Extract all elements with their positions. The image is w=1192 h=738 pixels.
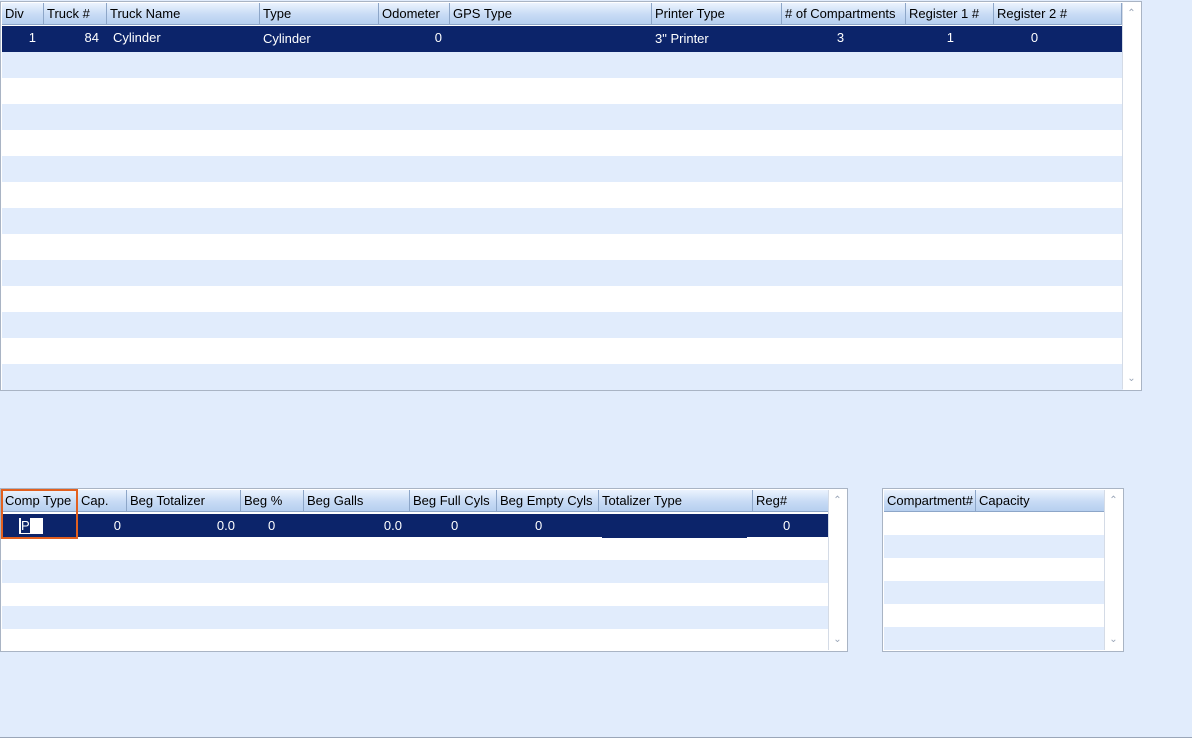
empty-row (2, 312, 1123, 338)
totalizer-type-dropdown-underline (602, 536, 747, 538)
empty-row (2, 156, 1123, 182)
empty-row (884, 581, 1105, 604)
col-header-beg-empty-cyls[interactable]: Beg Empty Cyls (497, 490, 599, 512)
cell-truck-name[interactable]: Cylinder (107, 26, 260, 52)
capacity-grid-rows (884, 512, 1105, 650)
chevron-down-icon[interactable]: ⌄ (1105, 631, 1122, 648)
col-header-truck-no[interactable]: Truck # (44, 3, 107, 25)
empty-row (2, 338, 1123, 364)
table-row[interactable]: 0 0.0 0 0.0 0 0 0 (2, 514, 829, 537)
empty-row (884, 512, 1105, 535)
compartment-grid-header: Comp Type Cap. Beg Totalizer Beg % Beg G… (2, 490, 829, 512)
chevron-down-icon[interactable]: ⌄ (829, 631, 846, 648)
empty-row (2, 286, 1123, 312)
compartment-grid-scrollbar[interactable]: ⌃ ⌄ (828, 490, 846, 650)
col-header-printer-type[interactable]: Printer Type (652, 3, 782, 25)
col-header-compartments[interactable]: # of Compartments (782, 3, 906, 25)
empty-row (2, 560, 829, 583)
col-header-type[interactable]: Type (260, 3, 379, 25)
cell-beg-empty-cyls[interactable]: 0 (497, 514, 599, 537)
col-header-register2[interactable]: Register 2 # (994, 3, 1122, 25)
compartment-grid: Comp Type Cap. Beg Totalizer Beg % Beg G… (0, 488, 848, 652)
cell-totalizer-type[interactable] (599, 514, 753, 537)
trucks-grid-scrollbar[interactable]: ⌃ ⌄ (1122, 3, 1140, 389)
cell-truck-no[interactable]: 84 (44, 26, 107, 52)
empty-row (2, 260, 1123, 286)
empty-row (2, 208, 1123, 234)
col-header-beg-pct[interactable]: Beg % (241, 490, 304, 512)
col-header-beg-totalizer[interactable]: Beg Totalizer (127, 490, 241, 512)
col-header-cap[interactable]: Cap. (78, 490, 127, 512)
table-row[interactable]: 1 84 Cylinder Cylinder 0 3" Printer 3 1 … (2, 26, 1123, 52)
cell-cap[interactable]: 0 (78, 514, 127, 537)
compartment-grid-rows: 0 0.0 0 0.0 0 0 0 (2, 514, 829, 651)
chevron-down-icon[interactable]: ⌄ (1123, 370, 1140, 387)
col-header-capacity[interactable]: Capacity (976, 490, 1105, 512)
chevron-up-icon[interactable]: ⌃ (1105, 492, 1122, 509)
trucks-grid: Div Truck # Truck Name Type Odometer GPS… (0, 1, 1142, 391)
capacity-grid: Compartment# Capacity ⌃ ⌄ (882, 488, 1124, 652)
empty-row (2, 52, 1123, 78)
trucks-grid-header: Div Truck # Truck Name Type Odometer GPS… (2, 3, 1122, 25)
col-header-odometer[interactable]: Odometer (379, 3, 450, 25)
cell-compartments[interactable]: 3 (782, 26, 906, 52)
cell-register2[interactable]: 0 (994, 26, 1122, 52)
cell-printer-type[interactable]: 3" Printer (652, 26, 782, 52)
empty-row (2, 583, 829, 606)
empty-row (2, 78, 1123, 104)
cell-beg-totalizer[interactable]: 0.0 (127, 514, 241, 537)
empty-row (2, 537, 829, 560)
cell-register1[interactable]: 1 (906, 26, 994, 52)
col-header-reg[interactable]: Reg# (753, 490, 829, 512)
cell-reg[interactable]: 0 (753, 514, 829, 537)
empty-row (2, 234, 1123, 260)
col-header-register1[interactable]: Register 1 # (906, 3, 994, 25)
cell-odometer[interactable]: 0 (379, 26, 450, 52)
col-header-gps-type[interactable]: GPS Type (450, 3, 652, 25)
cell-gps-type[interactable] (450, 26, 652, 52)
col-header-compartment-no[interactable]: Compartment# (884, 490, 976, 512)
col-header-div[interactable]: Div (2, 3, 44, 25)
empty-row (884, 627, 1105, 650)
cell-beg-pct[interactable]: 0 (241, 514, 304, 537)
empty-row (2, 364, 1123, 390)
empty-row (2, 104, 1123, 130)
trucks-grid-rows: 1 84 Cylinder Cylinder 0 3" Printer 3 1 … (2, 26, 1123, 390)
empty-row (2, 130, 1123, 156)
col-header-totalizer-type[interactable]: Totalizer Type (599, 490, 753, 512)
cell-beg-full-cyls[interactable]: 0 (410, 514, 497, 537)
cell-beg-galls[interactable]: 0.0 (304, 514, 410, 537)
col-header-beg-full-cyls[interactable]: Beg Full Cyls (410, 490, 497, 512)
empty-row (2, 182, 1123, 208)
empty-row (884, 535, 1105, 558)
comp-type-focus-highlight (1, 489, 78, 539)
capacity-grid-scrollbar[interactable]: ⌃ ⌄ (1104, 490, 1122, 650)
chevron-up-icon[interactable]: ⌃ (829, 492, 846, 509)
empty-row (2, 629, 829, 651)
col-header-truck-name[interactable]: Truck Name (107, 3, 260, 25)
cell-div[interactable]: 1 (2, 26, 44, 52)
empty-row (884, 558, 1105, 581)
empty-row (2, 606, 829, 629)
empty-row (884, 604, 1105, 627)
capacity-grid-header: Compartment# Capacity (884, 490, 1105, 512)
col-header-beg-galls[interactable]: Beg Galls (304, 490, 410, 512)
cell-type[interactable]: Cylinder (260, 26, 379, 52)
chevron-up-icon[interactable]: ⌃ (1123, 5, 1140, 22)
